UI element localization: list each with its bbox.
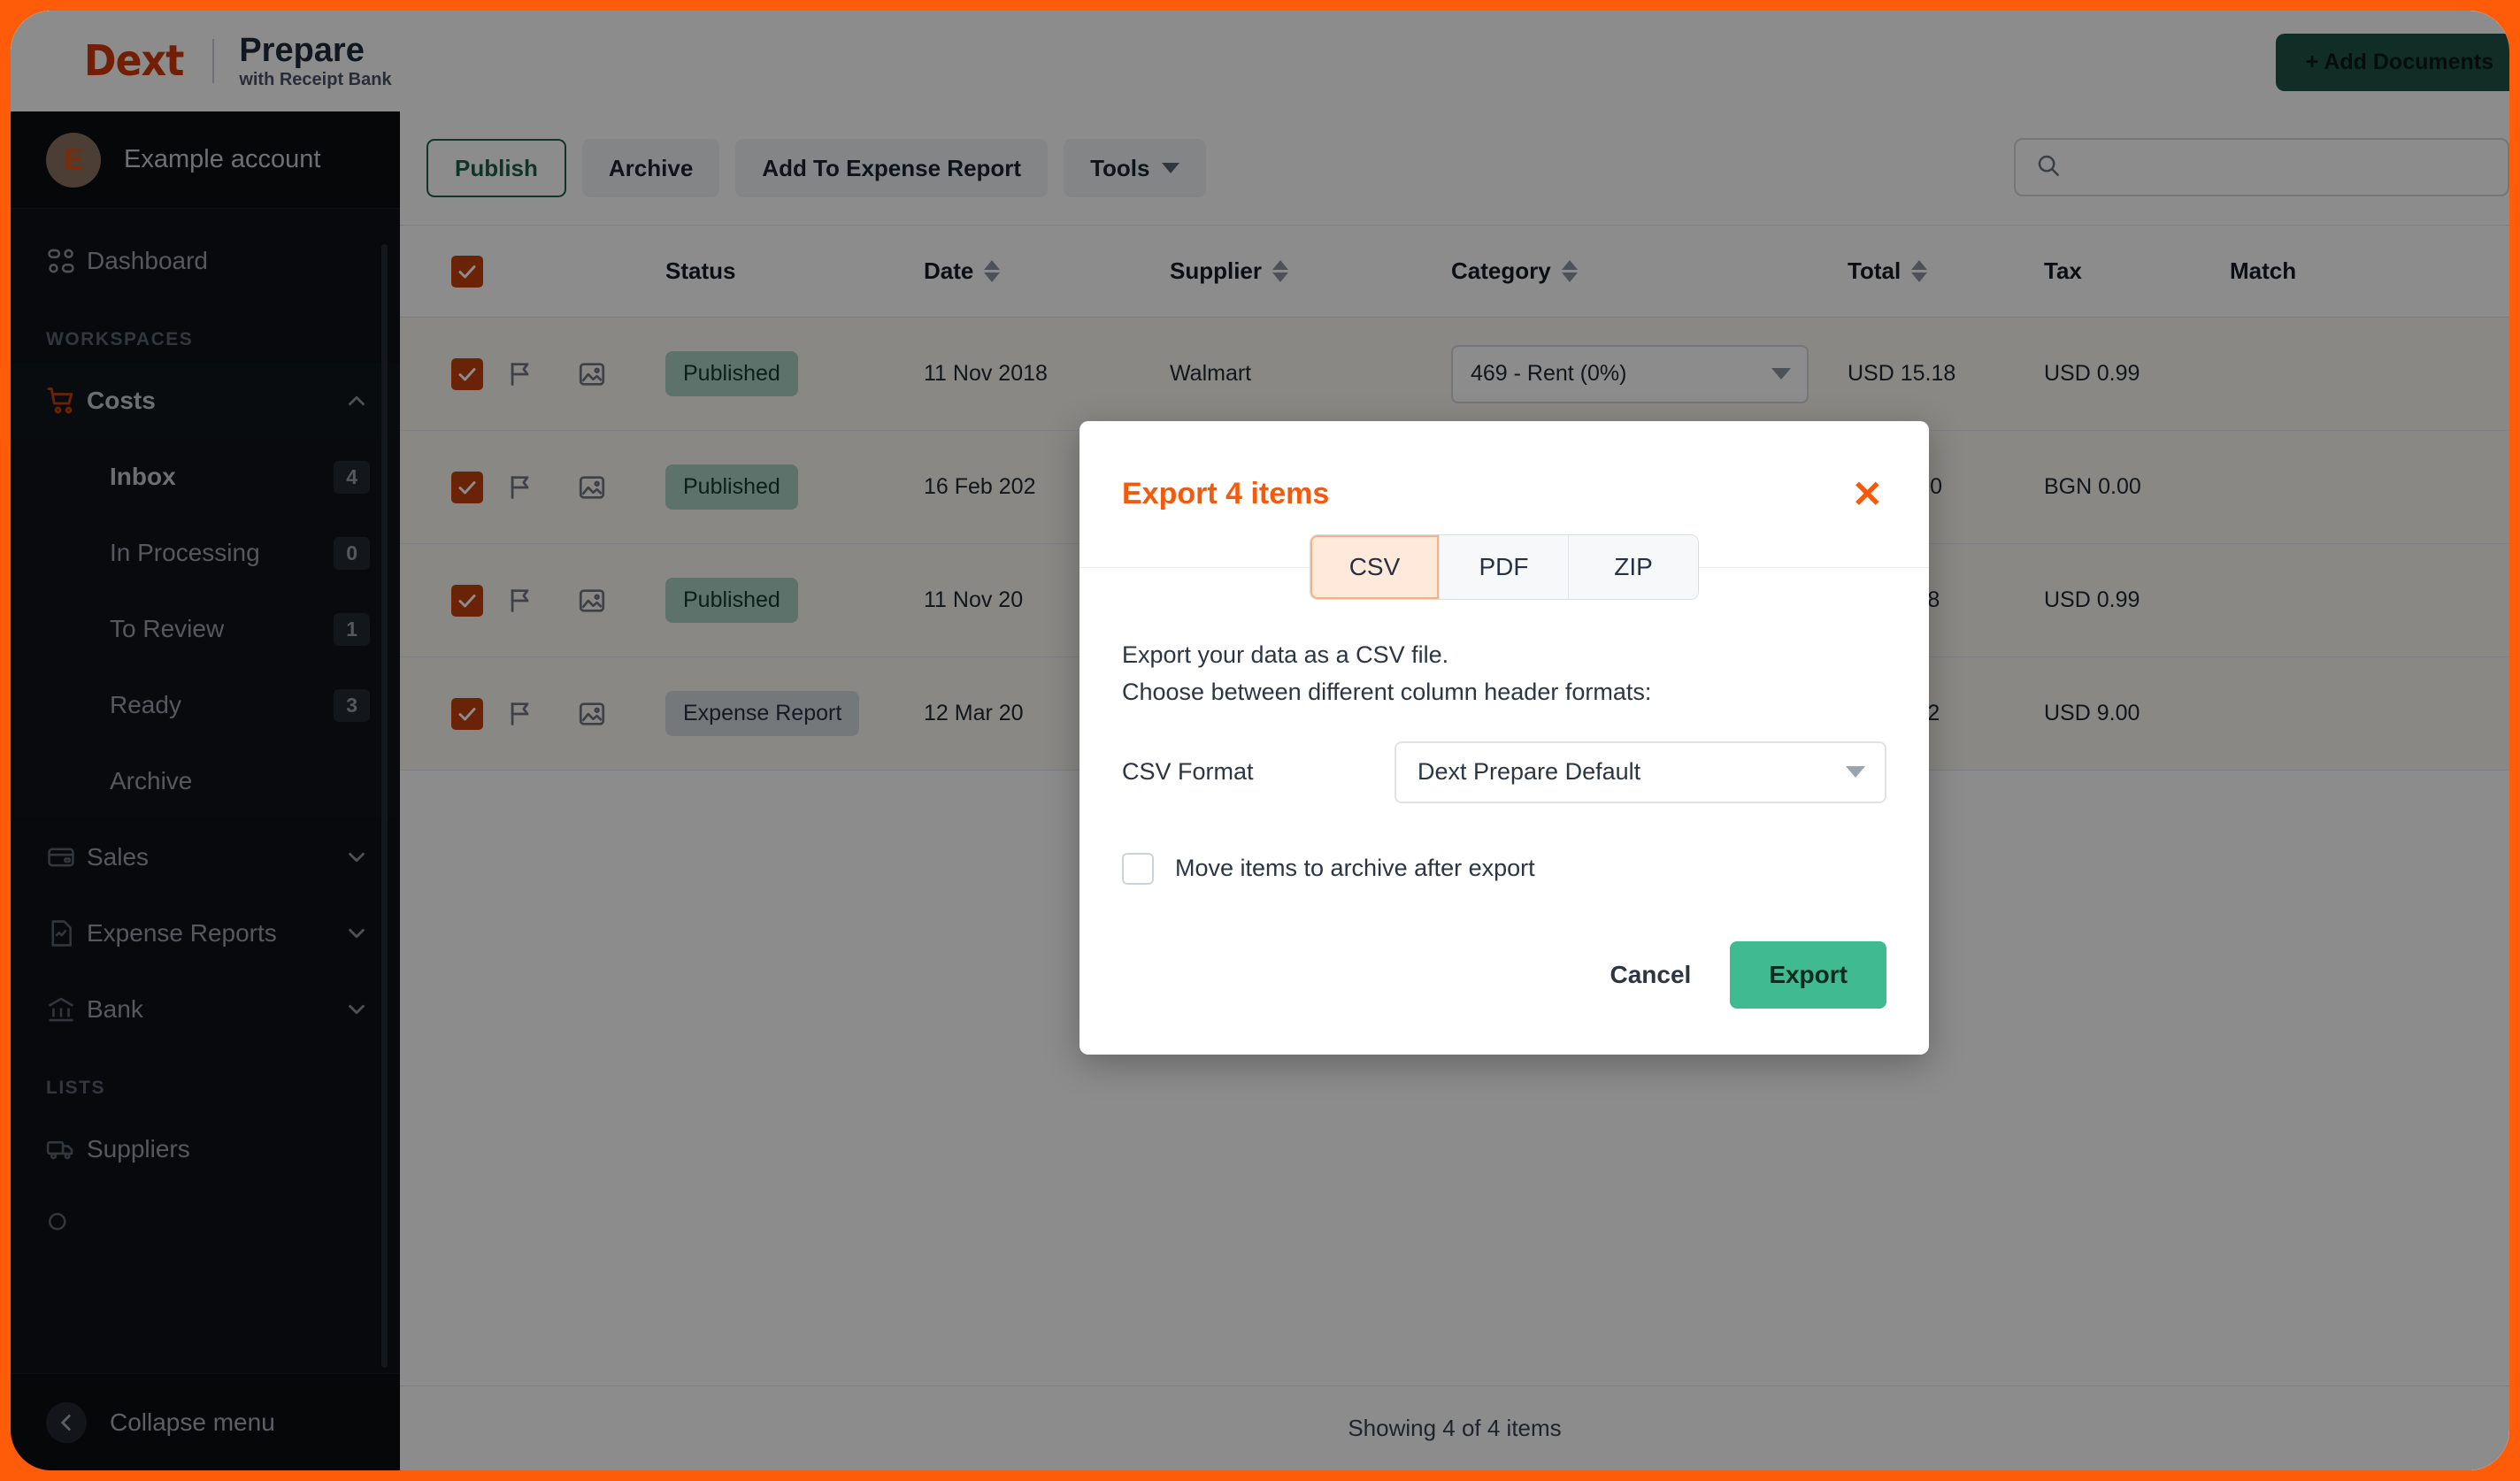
- tab-zip[interactable]: ZIP: [1569, 535, 1698, 599]
- modal-description-line-1: Export your data as a CSV file.: [1122, 641, 1449, 668]
- orange-window-frame: Dext Prepare with Receipt Bank + Add Doc…: [0, 0, 2520, 1481]
- tab-pdf[interactable]: PDF: [1440, 535, 1569, 599]
- modal-description-line-2: Choose between different column header f…: [1122, 678, 1652, 705]
- export-format-tabs: CSV PDF ZIP: [1310, 535, 1698, 599]
- modal-body: Export your data as a CSV file. Choose b…: [1079, 568, 1929, 885]
- modal-footer: Cancel Export: [1079, 885, 1929, 1055]
- cancel-button[interactable]: Cancel: [1587, 943, 1714, 1007]
- export-button[interactable]: Export: [1730, 940, 1886, 1009]
- modal-title: Export 4 items: [1122, 477, 1330, 510]
- csv-format-value: Dext Prepare Default: [1418, 758, 1641, 786]
- close-icon[interactable]: ✕: [1852, 475, 1883, 513]
- csv-format-label: CSV Format: [1122, 758, 1254, 786]
- chevron-down-icon: [1846, 766, 1865, 779]
- archive-after-export-checkbox[interactable]: [1122, 852, 1154, 885]
- modal-header: Export 4 items ✕ CSV PDF ZIP: [1079, 421, 1929, 599]
- csv-format-select[interactable]: Dext Prepare Default: [1394, 740, 1886, 803]
- app-screen: Dext Prepare with Receipt Bank + Add Doc…: [11, 11, 2509, 1470]
- archive-after-export-row[interactable]: Move items to archive after export: [1122, 852, 1886, 885]
- export-modal: Export 4 items ✕ CSV PDF ZIP Export your…: [1079, 421, 1929, 1055]
- tab-csv[interactable]: CSV: [1310, 535, 1440, 599]
- archive-after-export-label: Move items to archive after export: [1175, 855, 1535, 882]
- csv-format-row: CSV Format Dext Prepare Default: [1122, 740, 1886, 803]
